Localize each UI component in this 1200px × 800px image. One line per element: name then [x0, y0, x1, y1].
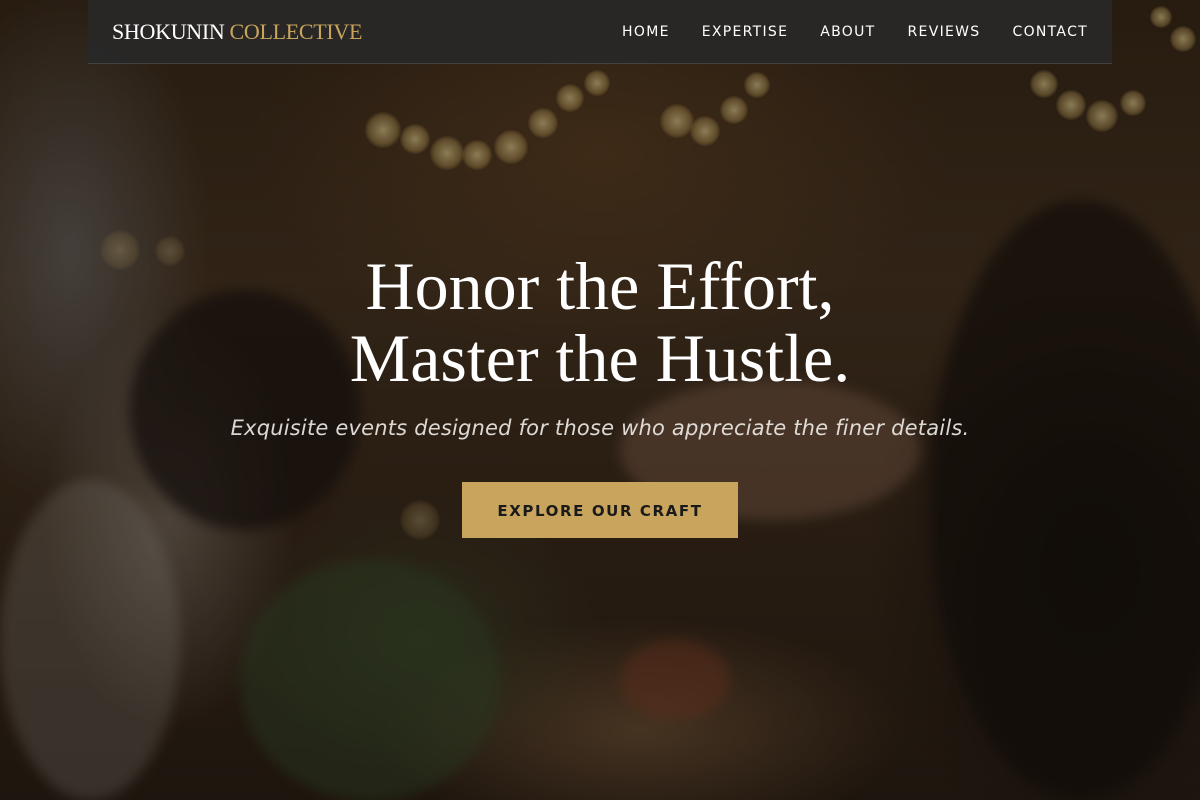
hero-headline-line-2: Master the Hustle. [349, 320, 851, 396]
nav-link-home[interactable]: HOME [622, 24, 670, 40]
hero-headline: Honor the Effort, Master the Hustle. [0, 250, 1200, 394]
brand-name-primary: SHOKUNIN [112, 18, 225, 44]
hero-section: SHOKUNIN COLLECTIVE HOME EXPERTISE ABOUT … [0, 0, 1200, 800]
explore-craft-button[interactable]: EXPLORE OUR CRAFT [462, 482, 738, 538]
hero-content: Honor the Effort, Master the Hustle. Exq… [0, 250, 1200, 538]
nav-link-about[interactable]: ABOUT [820, 24, 875, 40]
brand-logo[interactable]: SHOKUNIN COLLECTIVE [112, 19, 362, 45]
top-navbar: SHOKUNIN COLLECTIVE HOME EXPERTISE ABOUT … [88, 0, 1112, 64]
hero-subtitle: Exquisite events designed for those who … [230, 416, 970, 440]
nav-link-contact[interactable]: CONTACT [1013, 24, 1089, 40]
brand-name-secondary: COLLECTIVE [229, 18, 363, 44]
nav-link-reviews[interactable]: REVIEWS [908, 24, 981, 40]
hero-headline-line-1: Honor the Effort, [365, 248, 835, 324]
nav-menu: HOME EXPERTISE ABOUT REVIEWS CONTACT [622, 24, 1088, 40]
nav-link-expertise[interactable]: EXPERTISE [702, 24, 789, 40]
